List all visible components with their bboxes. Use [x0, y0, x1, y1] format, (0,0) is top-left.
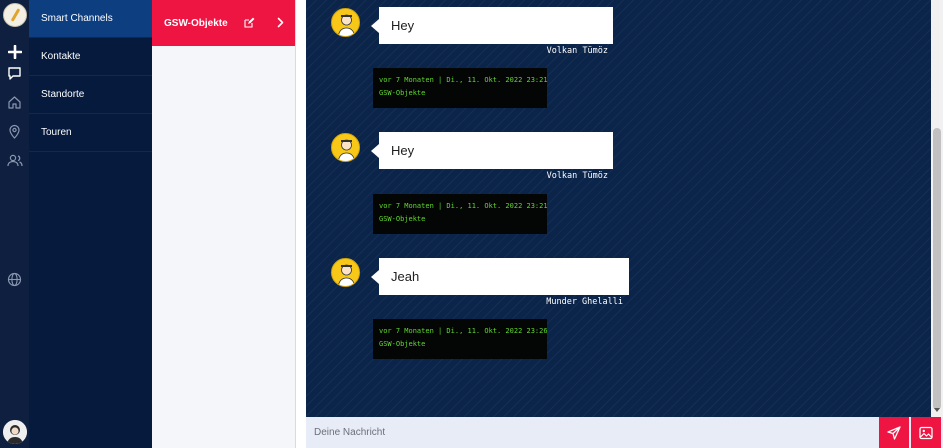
message-meta: vor 7 Monaten | Di., 11. Okt. 2022 23:26… — [373, 319, 548, 359]
channel-list: GSW-Objekte — [152, 0, 296, 448]
message-text: Jeah — [391, 269, 420, 284]
message-timestamp: vor 7 Monaten | Di., 11. Okt. 2022 23:21 — [379, 76, 548, 84]
chat-icon[interactable] — [5, 64, 24, 83]
message-timestamp: vor 7 Monaten | Di., 11. Okt. 2022 23:21 — [379, 202, 548, 210]
attach-image-button[interactable] — [911, 417, 941, 448]
message-channel: GSW-Objekte — [379, 215, 426, 223]
channel-item-gsw-objekte[interactable]: GSW-Objekte — [152, 0, 295, 46]
nav-item-standorte[interactable]: Standorte — [29, 76, 152, 114]
message-bubble: Hey — [371, 7, 613, 44]
nav-item-label: Touren — [41, 127, 72, 138]
send-icon — [887, 425, 901, 440]
message-channel: GSW-Objekte — [379, 340, 426, 348]
scrollbar-thumb[interactable] — [933, 128, 941, 410]
message-bubble: Jeah — [371, 258, 629, 295]
image-icon — [919, 426, 933, 439]
profile-avatar[interactable] — [3, 420, 27, 444]
message-meta: vor 7 Monaten | Di., 11. Okt. 2022 23:21… — [373, 194, 548, 234]
location-pin-icon[interactable] — [5, 122, 24, 141]
logo-icon[interactable] — [3, 3, 27, 27]
scroll-down-arrow-icon[interactable] — [934, 408, 940, 412]
channel-label: GSW-Objekte — [164, 17, 228, 29]
sender-avatar — [331, 133, 360, 162]
message-author: Munder Ghelalli — [546, 297, 623, 307]
message-author: Volkan Tümöz — [546, 171, 608, 181]
icon-rail — [0, 0, 29, 448]
sender-avatar — [331, 258, 360, 287]
main-nav: Smart Channels Kontakte Standorte Touren — [29, 0, 152, 448]
message-input[interactable] — [306, 417, 878, 448]
message-composer — [306, 417, 943, 448]
plus-icon[interactable] — [5, 42, 24, 61]
globe-icon[interactable] — [5, 270, 24, 289]
edit-icon[interactable] — [244, 17, 255, 28]
chevron-right-icon[interactable] — [275, 17, 286, 28]
message-text: Hey — [391, 18, 415, 33]
home-icon[interactable] — [5, 93, 24, 112]
nav-item-label: Standorte — [41, 89, 85, 100]
message-channel: GSW-Objekte — [379, 89, 426, 97]
nav-item-label: Kontakte — [41, 51, 81, 62]
nav-item-label: Smart Channels — [41, 13, 113, 24]
send-button[interactable] — [879, 417, 909, 448]
message-meta: vor 7 Monaten | Di., 11. Okt. 2022 23:21… — [373, 68, 548, 108]
message-timestamp: vor 7 Monaten | Di., 11. Okt. 2022 23:26 — [379, 327, 548, 335]
chat-scrollbar[interactable] — [931, 0, 943, 417]
message-text: Hey — [391, 143, 415, 158]
message-bubble: Hey — [371, 132, 613, 169]
nav-item-kontakte[interactable]: Kontakte — [29, 38, 152, 76]
chat-area[interactable]: Hey Volkan Tümöz vor 7 Monaten | Di., 11… — [306, 0, 931, 417]
message-author: Volkan Tümöz — [546, 46, 608, 56]
users-icon[interactable] — [5, 151, 24, 170]
nav-item-smart-channels[interactable]: Smart Channels — [29, 0, 152, 38]
sender-avatar — [331, 8, 360, 37]
nav-item-touren[interactable]: Touren — [29, 114, 152, 152]
